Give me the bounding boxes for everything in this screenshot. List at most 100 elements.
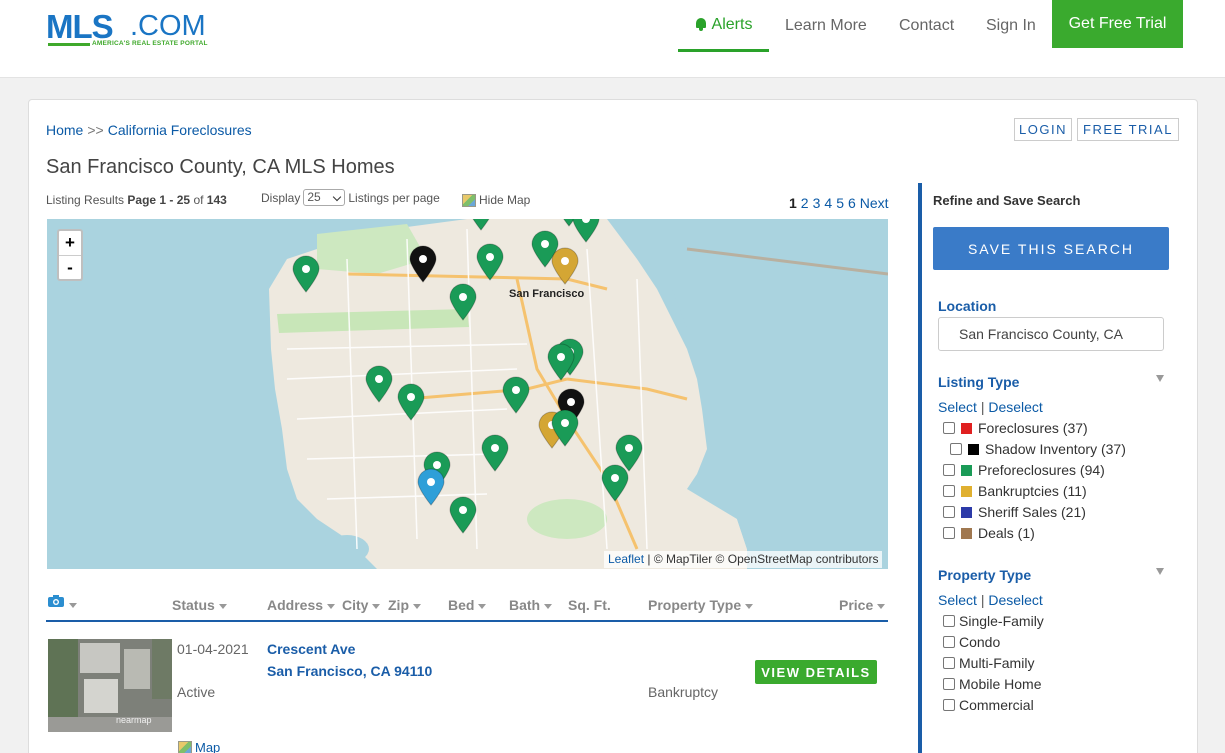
listing-type-deals[interactable]: Deals (1): [943, 525, 1035, 541]
checkbox[interactable]: [943, 527, 955, 539]
breadcrumb-california-foreclosures[interactable]: California Foreclosures: [108, 122, 252, 138]
get-free-trial-button[interactable]: Get Free Trial: [1052, 0, 1183, 48]
checkbox[interactable]: [943, 485, 955, 497]
listing-type-preforeclosures[interactable]: Preforeclosures (94): [943, 462, 1105, 478]
page-link[interactable]: 2: [801, 195, 809, 211]
checkbox[interactable]: [943, 657, 955, 669]
breadcrumb-home[interactable]: Home: [46, 122, 83, 138]
listing-type-label: Preforeclosures (94): [978, 462, 1105, 478]
map-marker-pin-icon[interactable]: [417, 468, 445, 506]
select-all-link[interactable]: Select: [938, 399, 977, 415]
listing-thumbnail[interactable]: nearmap: [48, 639, 172, 732]
page-link[interactable]: 6: [848, 195, 856, 211]
map-marker-pin-icon[interactable]: [449, 496, 477, 534]
map-marker-pin-icon[interactable]: [601, 464, 629, 502]
map-marker-pin-icon[interactable]: [449, 283, 477, 321]
page-link[interactable]: 5: [836, 195, 844, 211]
listing-type-label: Deals (1): [978, 525, 1035, 541]
map-marker-pin-icon[interactable]: [572, 219, 600, 243]
map-marker-pin-icon[interactable]: [502, 376, 530, 414]
page-link[interactable]: 4: [824, 195, 832, 211]
select-all-link[interactable]: Select: [938, 592, 977, 608]
location-input[interactable]: San Francisco County, CA: [938, 317, 1164, 351]
leaflet-link[interactable]: Leaflet: [608, 552, 644, 566]
nav-sign-in[interactable]: Sign In: [986, 0, 1036, 52]
free-trial-button[interactable]: FREE TRIAL: [1077, 118, 1179, 141]
login-button[interactable]: LOGIN: [1014, 118, 1072, 141]
checkbox[interactable]: [943, 615, 955, 627]
hide-map-toggle[interactable]: Hide Map: [462, 193, 530, 207]
column-bath[interactable]: Bath: [509, 597, 553, 613]
checkbox[interactable]: [943, 464, 955, 476]
listing-type-foreclosures[interactable]: Foreclosures (37): [943, 420, 1088, 436]
page-current: 1: [789, 195, 797, 211]
listing-type-shadow-inventory[interactable]: Shadow Inventory (37): [950, 441, 1126, 457]
collapse-triangle-icon[interactable]: [1156, 375, 1164, 382]
nav-learn-more[interactable]: Learn More: [785, 0, 867, 52]
checkbox[interactable]: [943, 699, 955, 711]
listing-map-link[interactable]: Map: [178, 740, 220, 753]
map-marker-pin-icon[interactable]: [409, 245, 437, 283]
page-next[interactable]: Next: [860, 195, 889, 211]
deselect-all-link[interactable]: Deselect: [988, 399, 1042, 415]
checkbox[interactable]: [943, 422, 955, 434]
zoom-out-button[interactable]: -: [59, 255, 81, 279]
color-swatch: [961, 527, 972, 539]
map-marker-pin-icon[interactable]: [397, 383, 425, 421]
listing-type-bankruptcies[interactable]: Bankruptcies (11): [943, 483, 1087, 499]
property-type-multi-family[interactable]: Multi-Family: [943, 655, 1034, 671]
camera-icon[interactable]: [47, 594, 65, 608]
chevron-down-icon: [327, 603, 336, 609]
per-page-select[interactable]: 25: [303, 189, 346, 206]
listing-type-heading[interactable]: Listing Type: [938, 374, 1019, 390]
color-swatch: [961, 485, 972, 497]
map-marker-pin-icon[interactable]: [365, 365, 393, 403]
nav-alerts[interactable]: Alerts: [678, 0, 769, 52]
chevron-down-icon[interactable]: [69, 603, 77, 608]
column-property-type[interactable]: Property Type: [648, 597, 754, 613]
checkbox[interactable]: [950, 443, 962, 455]
property-type-mobile-home[interactable]: Mobile Home: [943, 676, 1041, 692]
column-price[interactable]: Price: [839, 597, 886, 613]
column-property-type-label: Property Type: [648, 597, 742, 613]
property-type-condo[interactable]: Condo: [943, 634, 1000, 650]
zoom-in-button[interactable]: +: [59, 231, 81, 255]
checkbox[interactable]: [943, 678, 955, 690]
mls-logo[interactable]: MLS .COM AMERICA'S REAL ESTATE PORTAL: [46, 8, 226, 48]
save-search-button[interactable]: SAVE THIS SEARCH: [933, 227, 1169, 270]
chevron-down-icon: [745, 603, 754, 609]
property-type-single-family[interactable]: Single-Family: [943, 613, 1044, 629]
view-details-button[interactable]: VIEW DETAILS: [755, 660, 877, 684]
listings-map[interactable]: San Francisco: [47, 219, 888, 569]
listing-type-sheriff-sales[interactable]: Sheriff Sales (21): [943, 504, 1086, 520]
property-type-commercial[interactable]: Commercial: [943, 697, 1034, 713]
chevron-down-icon: [478, 603, 487, 609]
property-type-label: Mobile Home: [959, 676, 1042, 692]
listing-type-select-links: Select | Deselect: [938, 399, 1043, 415]
map-icon: [178, 741, 192, 753]
deselect-all-link[interactable]: Deselect: [988, 592, 1042, 608]
column-address[interactable]: Address: [267, 597, 336, 613]
listing-city-link[interactable]: San Francisco, CA 94110: [267, 663, 432, 679]
pagination: 1 2 3 4 5 6 Next: [789, 195, 889, 211]
listing-date: 01-04-2021: [177, 641, 249, 657]
column-status-label: Status: [172, 597, 215, 613]
collapse-triangle-icon[interactable]: [1156, 568, 1164, 575]
attribution-text: | © MapTiler © OpenStreetMap contributor…: [644, 552, 879, 566]
map-marker-pin-icon[interactable]: [468, 219, 494, 231]
page-link[interactable]: 3: [813, 195, 821, 211]
property-type-heading[interactable]: Property Type: [938, 567, 1031, 583]
map-marker-pin-icon[interactable]: [551, 247, 579, 285]
checkbox[interactable]: [943, 506, 955, 518]
listing-street-link[interactable]: Crescent Ave: [267, 641, 355, 657]
nav-contact[interactable]: Contact: [899, 0, 954, 52]
column-zip[interactable]: Zip: [388, 597, 421, 613]
checkbox[interactable]: [943, 636, 955, 648]
map-marker-pin-icon[interactable]: [292, 255, 320, 293]
column-status[interactable]: Status: [172, 597, 227, 613]
map-marker-pin-icon[interactable]: [481, 434, 509, 472]
map-marker-pin-icon[interactable]: [476, 243, 504, 281]
map-icon: [462, 193, 476, 207]
column-city[interactable]: City: [342, 597, 381, 613]
column-bed[interactable]: Bed: [448, 597, 487, 613]
